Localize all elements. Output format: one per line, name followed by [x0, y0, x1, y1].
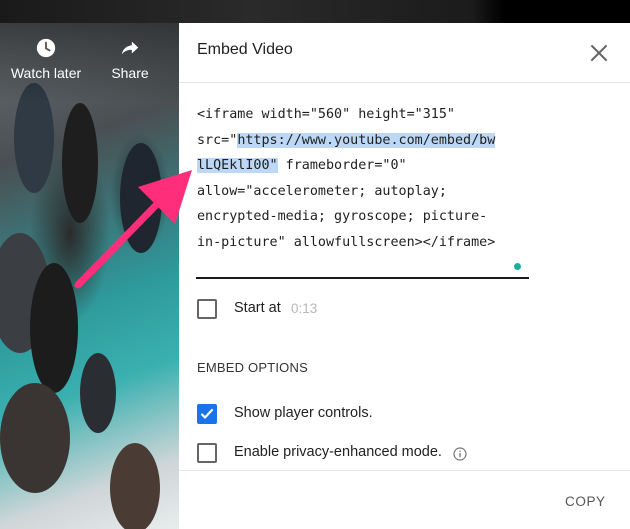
embed-code-textarea[interactable]: <iframe width="560" height="315" src="htt…: [197, 102, 537, 256]
code-line: encrypted-media; gyroscope; picture-: [197, 209, 488, 225]
watch-later-label: Watch later: [10, 65, 82, 81]
clock-icon: [36, 38, 56, 58]
close-icon: [591, 45, 607, 61]
code-line: allow="accelerometer; autoplay;: [197, 183, 447, 199]
embed-video-dialog: Embed Video <iframe width="560" height="…: [179, 23, 630, 529]
code-text: frameborder="0": [277, 158, 407, 174]
start-at-checkbox[interactable]: [197, 299, 217, 319]
focus-indicator-dot: [514, 263, 521, 270]
crowd-figure: [0, 383, 70, 493]
code-line: lLQEklI00" frameborder="0": [197, 153, 537, 179]
crowd-figure: [120, 143, 162, 253]
start-at-label: Start at: [234, 300, 281, 316]
privacy-enhanced-checkbox[interactable]: [197, 443, 217, 463]
checkmark-icon: [200, 408, 214, 419]
top-bar: [0, 0, 630, 23]
show-player-controls-label: Show player controls.: [234, 405, 373, 421]
start-at-time[interactable]: 0:13: [291, 301, 317, 316]
selected-url-part: https://www.youtube.com/embed/bw: [237, 132, 496, 148]
crowd-figure: [62, 103, 98, 223]
crowd-figure: [110, 443, 160, 529]
dialog-title: Embed Video: [197, 41, 293, 58]
footer-divider: [179, 470, 630, 471]
share-label: Share: [111, 65, 149, 81]
code-line: <iframe width="560" height="315": [197, 107, 455, 122]
video-player[interactable]: Watch later Share: [0, 23, 179, 529]
code-text: src=": [197, 132, 238, 148]
privacy-enhanced-label: Enable privacy-enhanced mode.: [234, 444, 442, 460]
close-button[interactable]: [585, 39, 613, 67]
textarea-underline: [196, 277, 529, 279]
watch-later-button[interactable]: Watch later: [6, 37, 86, 81]
crowd-figure: [30, 263, 78, 393]
info-icon[interactable]: [453, 447, 467, 461]
share-icon: [121, 41, 139, 55]
selected-url-part: lLQEklI00": [197, 158, 278, 174]
dialog-header: Embed Video: [179, 23, 630, 83]
code-line: in-picture" allowfullscreen></iframe>: [197, 234, 496, 250]
copy-button[interactable]: COPY: [565, 494, 606, 509]
show-player-controls-checkbox[interactable]: [197, 404, 217, 424]
crowd-figure: [80, 353, 116, 433]
embed-options-heading: EMBED OPTIONS: [197, 360, 308, 375]
share-button[interactable]: Share: [90, 37, 170, 81]
code-line: src="https://www.youtube.com/embed/bw: [197, 128, 537, 154]
